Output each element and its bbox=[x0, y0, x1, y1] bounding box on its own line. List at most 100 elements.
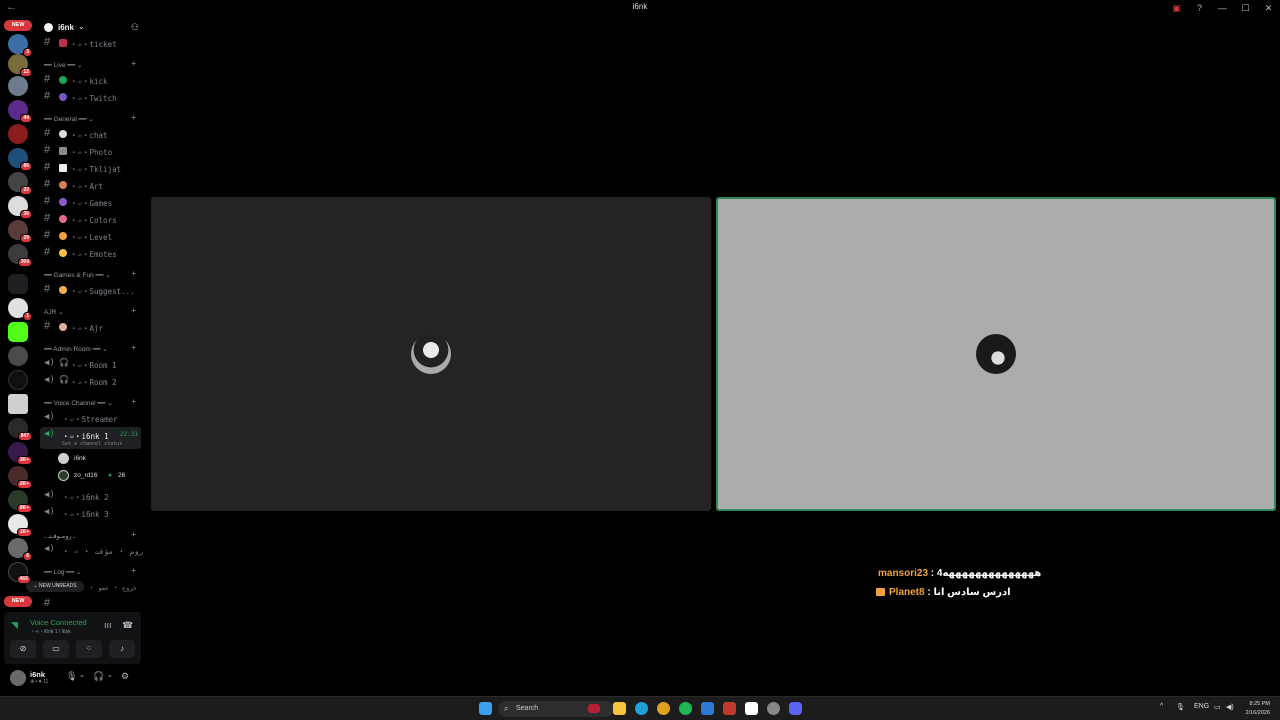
channel-ajr[interactable]: # ・➾・Ajr bbox=[40, 319, 141, 335]
soundboard-button[interactable]: ♪ bbox=[109, 640, 135, 658]
server-icon[interactable]: 947 bbox=[8, 418, 32, 441]
server-icon[interactable] bbox=[8, 346, 28, 366]
server-icon[interactable]: 44 bbox=[8, 100, 32, 123]
signal-icon[interactable]: ◥ bbox=[11, 620, 18, 631]
server-icon[interactable]: 465 bbox=[8, 562, 31, 584]
chevron-down-icon[interactable]: ⌄ bbox=[79, 671, 85, 679]
username[interactable]: i6nk bbox=[30, 670, 45, 679]
channel-i6nk2[interactable]: ◀) ・➾・i6nk 2 bbox=[40, 488, 141, 504]
add-channel-icon[interactable]: + bbox=[131, 566, 136, 575]
add-channel-icon[interactable]: + bbox=[131, 269, 136, 278]
add-channel-icon[interactable]: + bbox=[131, 59, 136, 68]
inbox-icon[interactable]: ▣ bbox=[1165, 3, 1188, 14]
channel-ticket[interactable]: # ・➾・ticket bbox=[40, 35, 141, 51]
app-icon[interactable] bbox=[745, 702, 758, 715]
add-channel-icon[interactable]: + bbox=[131, 530, 136, 539]
store-icon[interactable] bbox=[701, 702, 714, 715]
new-unreads-button[interactable]: ⌄ NEW UNREADS bbox=[26, 581, 84, 592]
maximize-button[interactable]: ☐ bbox=[1234, 3, 1257, 14]
channel-emotes[interactable]: # ・➾・Emotes bbox=[40, 245, 141, 261]
channel-streamer[interactable]: ◀) ・➾・Streamer bbox=[40, 410, 141, 426]
category-voice[interactable]: ━━ Voice Channel ━━ ⌄ bbox=[44, 399, 112, 407]
channel-chat[interactable]: # ・➾・chat bbox=[40, 126, 141, 142]
channel-suggest[interactable]: # ・➾・Suggest... bbox=[40, 282, 141, 298]
server-icon[interactable]: 36 bbox=[8, 196, 32, 219]
activities-button[interactable]: ⁘ bbox=[76, 640, 102, 658]
server-icon[interactable]: 3K+ bbox=[8, 442, 32, 465]
close-button[interactable]: ✕ bbox=[1257, 3, 1280, 14]
server-icon[interactable]: 3 bbox=[8, 34, 32, 57]
channel-status[interactable]: Set a channel status bbox=[62, 441, 122, 447]
volume-icon[interactable]: ◀) bbox=[1226, 703, 1234, 711]
channel-arabic-voice[interactable]: ◀) ・ ➾ ・ روم ・ مؤقت bbox=[40, 542, 143, 558]
voice-connected-label[interactable]: Voice Connected bbox=[30, 618, 87, 627]
server-icon[interactable]: 1 bbox=[8, 298, 32, 321]
channel-tklijat[interactable]: # ・➾・Tklijat bbox=[40, 160, 141, 176]
channel-i6nk1[interactable]: ◀) ・➾・i6nk 1 22:31 Set a channel status bbox=[40, 427, 141, 449]
server-icon[interactable] bbox=[8, 76, 28, 96]
category-general[interactable]: ━━ General ━━ ⌄ bbox=[44, 115, 94, 123]
clock[interactable]: 8:25 PM 2/16/2026 bbox=[1246, 700, 1270, 718]
camera-off-button[interactable]: ⊘ bbox=[10, 640, 36, 658]
category-arabic[interactable]: ـ رومـوقـتـ ـ bbox=[44, 532, 75, 540]
add-member-icon[interactable]: ⚇ bbox=[131, 22, 139, 33]
app-icon[interactable] bbox=[723, 702, 736, 715]
channel-level[interactable]: # ・➾・Level bbox=[40, 228, 141, 244]
add-channel-icon[interactable]: + bbox=[131, 343, 136, 352]
chevron-down-icon[interactable]: ⌄ bbox=[107, 671, 113, 679]
avatar[interactable] bbox=[10, 670, 26, 686]
channel-colors[interactable]: # ・➾・Colors bbox=[40, 211, 141, 227]
server-icon[interactable] bbox=[8, 394, 28, 414]
category-games-fun[interactable]: ━━ Games & Fun ━━ ⌄ bbox=[44, 271, 111, 279]
channel-room1[interactable]: ◀) 🎧 ・➾・Room 1 bbox=[40, 356, 141, 372]
server-icon[interactable] bbox=[8, 124, 28, 144]
server-icon[interactable]: 29 bbox=[8, 220, 32, 243]
file-explorer-icon[interactable] bbox=[613, 702, 626, 715]
server-icon[interactable]: 6 bbox=[8, 538, 32, 561]
participant-tile[interactable] bbox=[151, 197, 711, 511]
server-icon[interactable]: 12 bbox=[8, 54, 32, 77]
server-icon[interactable]: 86 bbox=[8, 148, 32, 171]
network-icon[interactable]: ▭ bbox=[1214, 703, 1221, 711]
server-icon[interactable] bbox=[8, 370, 28, 390]
microphone-icon[interactable]: 🎙 bbox=[66, 671, 77, 682]
channel-room2[interactable]: ◀) 🎧 ・➾・Room 2 bbox=[40, 373, 141, 389]
channel-i6nk3[interactable]: ◀) ・➾・i6nk 3 bbox=[40, 505, 141, 521]
add-channel-icon[interactable]: + bbox=[131, 113, 136, 122]
add-channel-icon[interactable]: + bbox=[131, 397, 136, 406]
language-indicator[interactable]: ENG bbox=[1194, 703, 1209, 710]
participant-tile-speaking[interactable] bbox=[716, 197, 1276, 511]
help-icon[interactable]: ? bbox=[1188, 3, 1211, 13]
channel-photo[interactable]: # ・➾・Photo bbox=[40, 143, 141, 159]
category-ajr[interactable]: AJR ⌄ bbox=[44, 308, 64, 316]
add-channel-icon[interactable]: + bbox=[131, 306, 136, 315]
new-badge-bottom[interactable]: NEW bbox=[4, 596, 32, 607]
category-live[interactable]: ━━ Live ━━ ⌄ bbox=[44, 61, 82, 69]
server-icon[interactable]: 22 bbox=[8, 172, 32, 195]
microphone-icon[interactable]: 🎙 bbox=[1176, 703, 1185, 711]
category-admin[interactable]: ━━ Admin Room ━━ ⌄ bbox=[44, 345, 108, 353]
discord-icon[interactable] bbox=[789, 702, 802, 715]
screen-share-button[interactable]: ▭ bbox=[43, 640, 69, 658]
minimize-button[interactable]: — bbox=[1211, 3, 1234, 13]
category-log[interactable]: ━━ Log ━━ ⌄ bbox=[44, 568, 81, 576]
start-icon[interactable] bbox=[479, 702, 492, 715]
disconnect-icon[interactable]: ☎ bbox=[122, 620, 133, 631]
noise-suppression-icon[interactable]: ııı bbox=[104, 620, 112, 630]
spotify-icon[interactable] bbox=[679, 702, 692, 715]
app-icon[interactable] bbox=[767, 702, 780, 715]
channel-art[interactable]: # ・➾・Art bbox=[40, 177, 141, 193]
chevron-up-icon[interactable]: ^ bbox=[1160, 703, 1163, 710]
folder-icon[interactable] bbox=[8, 274, 28, 294]
channel-kick[interactable]: # ・➾・kick bbox=[40, 72, 141, 88]
server-icon[interactable]: 304 bbox=[8, 244, 32, 267]
channel-twitch[interactable]: # ・➾・Twitch bbox=[40, 89, 141, 105]
server-icon[interactable]: 2K+ bbox=[8, 466, 32, 489]
edge-icon[interactable] bbox=[635, 702, 648, 715]
chrome-icon[interactable] bbox=[657, 702, 670, 715]
channel-games[interactable]: # ・➾・Games bbox=[40, 194, 141, 210]
server-icon[interactable]: 1K+ bbox=[8, 514, 32, 537]
channel-log2[interactable]: # bbox=[40, 596, 141, 612]
new-badge[interactable]: NEW bbox=[4, 20, 32, 31]
kick-server-icon[interactable] bbox=[8, 322, 28, 342]
